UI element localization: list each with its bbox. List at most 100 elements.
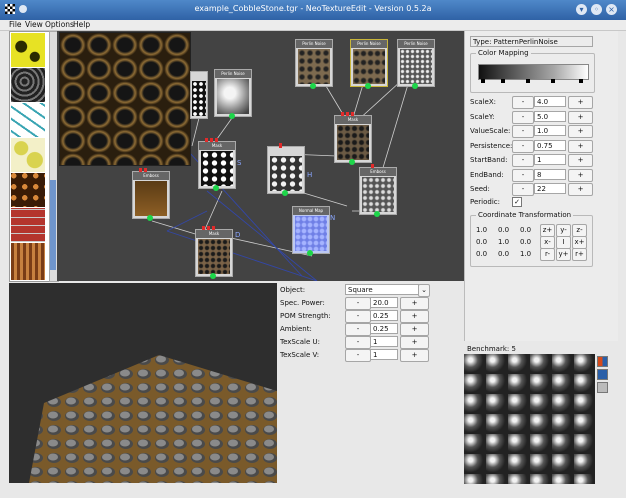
node-output-port[interactable]: [282, 190, 288, 196]
node-output-port[interactable]: [213, 185, 219, 191]
param-decrement-button[interactable]: -: [512, 110, 534, 124]
param-increment-button[interactable]: +: [568, 96, 593, 109]
thumb-brick[interactable]: [11, 208, 45, 242]
gradient-stop[interactable]: [526, 79, 530, 83]
coord-transform-button[interactable]: r+: [572, 248, 587, 261]
node-graph-canvas[interactable]: Perlin Noise Perlin Noise Perlin Noise P…: [57, 31, 464, 281]
preview-decrement-button[interactable]: -: [345, 323, 371, 336]
node-output-port[interactable]: [229, 113, 235, 119]
param-value-field[interactable]: 1: [534, 154, 566, 165]
thumb-yellow-blob[interactable]: [11, 33, 45, 67]
menu-file[interactable]: File: [9, 20, 22, 30]
node-mask-1[interactable]: Mask: [334, 112, 372, 165]
preview-increment-button[interactable]: +: [400, 323, 429, 336]
thumb-wood[interactable]: [11, 243, 45, 280]
periodic-checkbox[interactable]: ✓: [512, 197, 522, 207]
preview-value-field[interactable]: 0.25: [370, 323, 398, 334]
param-decrement-button[interactable]: -: [512, 154, 534, 167]
param-decrement-button[interactable]: -: [512, 125, 534, 138]
maximize-button[interactable]: ◦: [591, 4, 602, 15]
color-channels-icon[interactable]: [597, 356, 608, 367]
minimize-button[interactable]: ▾: [576, 4, 587, 15]
node-emboss-2[interactable]: Emboss: [359, 164, 397, 217]
param-decrement-button[interactable]: -: [512, 96, 534, 109]
param-increment-button[interactable]: +: [568, 168, 593, 182]
param-value-field[interactable]: 4.0: [534, 96, 566, 107]
object-select[interactable]: Square: [345, 284, 419, 295]
preview-value-field[interactable]: 1: [370, 349, 398, 360]
node-perlin-noise-3[interactable]: Perlin Noise: [397, 39, 435, 89]
node-output-port[interactable]: [365, 83, 371, 89]
preview-decrement-button[interactable]: -: [345, 310, 371, 323]
thumb-brown-cobble[interactable]: [11, 173, 45, 207]
param-increment-button[interactable]: +: [568, 110, 593, 124]
thumb-dark-cells[interactable]: [11, 68, 45, 102]
node-perlin-noise-1[interactable]: Perlin Noise: [295, 39, 333, 89]
settings-icon[interactable]: [597, 382, 608, 393]
node-output-port[interactable]: [310, 83, 316, 89]
node-cells-small[interactable]: [190, 71, 208, 119]
preview-settings: Object: Square ⌄ Spec. Power: - 20.0 + PO…: [277, 283, 432, 373]
node-emboss-1[interactable]: Emboss: [132, 168, 170, 221]
coord-transform-button[interactable]: r-: [540, 248, 555, 261]
matrix-cell: 0.0: [520, 238, 532, 246]
3d-preview-viewport[interactable]: [9, 283, 277, 483]
palette-scroll-thumb[interactable]: [50, 180, 56, 270]
node-output-port[interactable]: [147, 215, 153, 221]
object-select-dropdown-button[interactable]: ⌄: [418, 284, 430, 297]
preview-increment-button[interactable]: +: [400, 336, 429, 349]
param-decrement-button[interactable]: -: [512, 139, 534, 153]
node-output-port[interactable]: [349, 159, 355, 165]
node-cells-pattern[interactable]: [267, 143, 305, 196]
close-button[interactable]: ×: [606, 4, 617, 15]
selected-node-preview: [59, 32, 191, 166]
color-gradient-bar[interactable]: [478, 64, 589, 80]
pattern-palette: [9, 31, 52, 282]
gradient-stop[interactable]: [551, 79, 555, 83]
normal-view-icon[interactable]: [597, 369, 608, 380]
node-perlin-noise-4[interactable]: Perlin Noise: [214, 69, 252, 119]
preview-increment-button[interactable]: +: [400, 297, 429, 310]
param-label: StartBand:: [470, 156, 508, 164]
node-output-port[interactable]: [374, 211, 380, 217]
node-mask-2[interactable]: Mask: [195, 226, 233, 279]
node-perlin-noise-2[interactable]: Perlin Noise: [350, 39, 388, 89]
preview-decrement-button[interactable]: -: [345, 336, 371, 349]
param-increment-button[interactable]: +: [568, 125, 593, 138]
gradient-stop[interactable]: [501, 79, 505, 83]
param-decrement-button[interactable]: -: [512, 168, 534, 182]
param-value-field[interactable]: 5.0: [534, 110, 566, 122]
param-decrement-button[interactable]: -: [512, 183, 534, 196]
gradient-stop[interactable]: [579, 79, 583, 83]
thumb-teal-pattern[interactable]: [11, 103, 45, 137]
matrix-cell: 1.0: [476, 226, 488, 234]
param-value-field[interactable]: 1.0: [534, 125, 566, 136]
preview-value-field[interactable]: 20.0: [370, 297, 398, 308]
menu-view[interactable]: View: [25, 20, 43, 30]
preview-decrement-button[interactable]: -: [345, 297, 371, 310]
node-normal-map[interactable]: Normal Map: [292, 206, 330, 256]
param-value-field[interactable]: 8: [534, 168, 566, 180]
param-value-field[interactable]: 22: [534, 183, 566, 194]
menu-help[interactable]: Help: [73, 20, 90, 30]
param-label: Seed:: [470, 185, 490, 193]
param-value-field[interactable]: 0.75: [534, 139, 566, 151]
preview-value-field[interactable]: 0.25: [370, 310, 398, 321]
preview-decrement-button[interactable]: -: [345, 349, 371, 362]
preview-increment-button[interactable]: +: [400, 349, 429, 362]
preview-increment-button[interactable]: +: [400, 310, 429, 323]
param-increment-button[interactable]: +: [568, 154, 593, 167]
node-mask-3[interactable]: Mask: [198, 138, 236, 191]
thumb-yellow-cells[interactable]: [11, 138, 45, 172]
menu-options[interactable]: Options: [45, 20, 74, 30]
preview-param-label: Spec. Power:: [280, 299, 325, 307]
benchmark-preview: [464, 354, 595, 484]
param-increment-button[interactable]: +: [568, 139, 593, 153]
coord-transform-button[interactable]: y+: [556, 248, 571, 261]
gradient-stop[interactable]: [481, 79, 485, 83]
node-output-port[interactable]: [210, 273, 216, 279]
node-output-port[interactable]: [307, 250, 313, 256]
preview-value-field[interactable]: 1: [370, 336, 398, 347]
param-increment-button[interactable]: +: [568, 183, 593, 196]
node-output-port[interactable]: [412, 83, 418, 89]
